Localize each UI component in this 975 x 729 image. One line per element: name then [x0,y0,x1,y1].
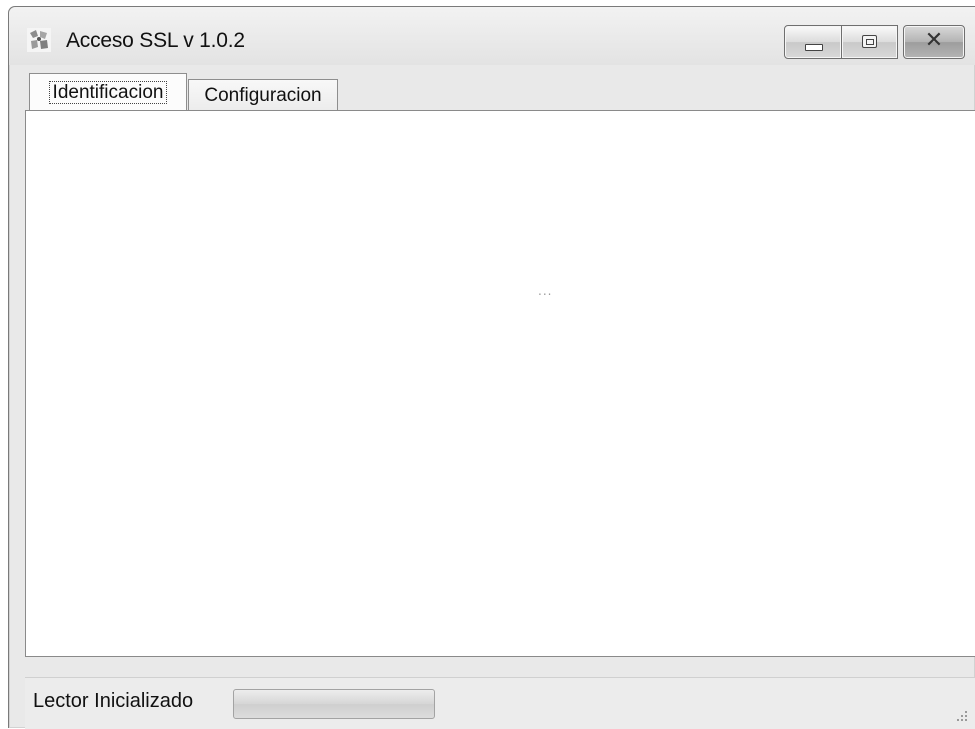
close-button[interactable]: ✕ [903,25,965,59]
window-title: Acceso SSL v 1.0.2 [66,29,245,52]
maximize-icon [862,35,877,48]
status-bar: Lector Inicializado [25,677,975,729]
app-window: Acceso SSL v 1.0.2 ✕ Identificacion Conf… [8,6,975,729]
app-icon [27,28,51,52]
minimize-button[interactable] [784,25,842,59]
title-bar[interactable]: Acceso SSL v 1.0.2 ✕ [9,7,975,65]
tab-label: Configuracion [204,85,322,106]
tab-configuracion[interactable]: Configuracion [188,79,338,111]
loading-placeholder: ... [538,284,553,298]
status-text: Lector Inicializado [33,690,194,712]
tab-label: Identificacion [48,81,168,104]
progress-bar [233,689,435,719]
tab-identificacion[interactable]: Identificacion [29,73,187,111]
resize-grip-icon[interactable] [955,709,967,721]
maximize-button[interactable] [841,25,898,59]
minimize-icon [805,44,823,51]
tab-content-panel: ... [25,110,975,657]
close-icon: ✕ [924,28,944,53]
